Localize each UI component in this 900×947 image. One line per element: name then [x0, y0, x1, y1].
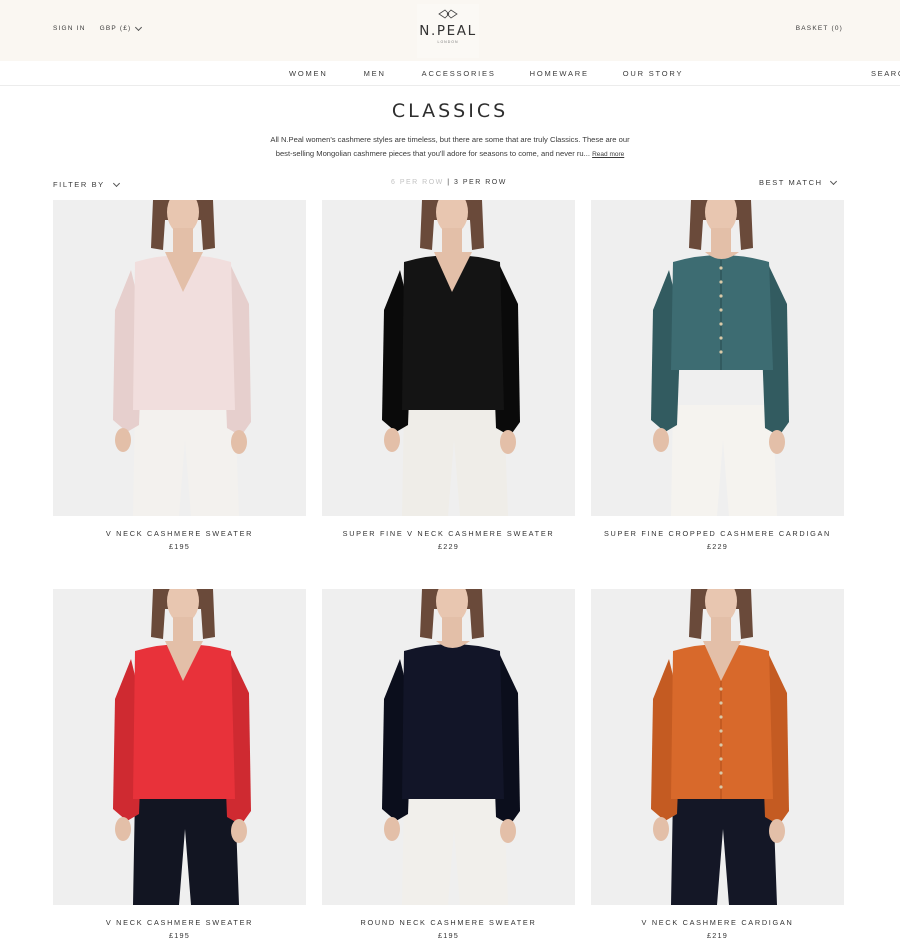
filter-by-dropdown[interactable]: FILTER BY [53, 179, 120, 189]
per-row-3-option[interactable]: 3 PER ROW [454, 179, 507, 186]
model-neck [173, 228, 193, 252]
model-neck [442, 228, 462, 252]
cardigan-button [719, 785, 723, 789]
cardigan-button [719, 701, 723, 705]
product-image[interactable] [53, 200, 306, 516]
main-nav: WOMEN MEN ACCESSORIES HOMEWARE OUR STORY… [0, 61, 900, 86]
cardigan-button [719, 266, 723, 270]
model-left-hand [384, 428, 400, 452]
cardigan-button [719, 757, 723, 761]
sort-label: BEST MATCH [759, 178, 823, 187]
sign-in-link[interactable]: SIGN IN [53, 25, 86, 32]
product-name[interactable]: SUPER FINE CROPPED CASHMERE CARDIGAN [591, 529, 844, 538]
product-card[interactable]: V NECK CASHMERE SWEATER £195 [53, 200, 306, 551]
model-right-hand [769, 430, 785, 454]
model-neck [711, 228, 731, 252]
product-price: £195 [437, 931, 460, 940]
category-intro: All N.Peal women's cashmere styles are t… [245, 133, 655, 162]
model-left-hand [384, 817, 400, 841]
brand-logo[interactable]: N.PEAL LONDON [417, 4, 479, 58]
cardigan-button [719, 294, 723, 298]
product-name[interactable]: V NECK CASHMERE CARDIGAN [591, 918, 844, 927]
cardigan-button [719, 322, 723, 326]
logo-name: N.PEAL [419, 23, 477, 39]
product-card[interactable]: SUPER FINE V NECK CASHMERE SWEATER £229 [322, 200, 575, 551]
sort-dropdown[interactable]: BEST MATCH [759, 177, 837, 187]
cardigan-button [719, 350, 723, 354]
product-image[interactable] [591, 589, 844, 905]
model-left-hand [115, 428, 131, 452]
model-illustration [591, 589, 844, 905]
product-price: £229 [706, 542, 729, 551]
product-card[interactable]: ROUND NECK CASHMERE SWEATER £195 [322, 589, 575, 940]
chevron-down-icon [829, 177, 837, 185]
cardigan-button [719, 715, 723, 719]
filter-by-label: FILTER BY [53, 180, 105, 189]
model-neck [711, 617, 731, 641]
per-row-toggle: 6 PER ROW | 3 PER ROW [391, 179, 507, 186]
product-name[interactable]: ROUND NECK CASHMERE SWEATER [322, 918, 575, 927]
product-card[interactable]: V NECK CASHMERE CARDIGAN £219 [591, 589, 844, 940]
model-left-hand [653, 817, 669, 841]
basket-link[interactable]: BASKET (0) [796, 25, 843, 32]
product-image[interactable] [53, 589, 306, 905]
nav-item-homeware[interactable]: HOMEWARE [530, 69, 589, 78]
model-right-hand [231, 819, 247, 843]
intro-line-2: best-selling Mongolian cashmere pieces t… [275, 149, 590, 158]
product-price: £229 [437, 542, 460, 551]
chevron-down-icon [135, 23, 143, 31]
nav-item-women[interactable]: WOMEN [289, 69, 328, 78]
search-link[interactable]: SEARC [871, 69, 900, 78]
model-illustration [322, 589, 575, 905]
product-name[interactable]: V NECK CASHMERE SWEATER [53, 529, 306, 538]
per-row-separator: | [447, 179, 451, 186]
product-image[interactable] [322, 200, 575, 516]
per-row-6-option[interactable]: 6 PER ROW [391, 179, 444, 186]
model-illustration [591, 200, 844, 516]
product-image[interactable] [322, 589, 575, 905]
model-top [402, 644, 504, 799]
logo-crest-icon [438, 9, 458, 19]
model-right-hand [769, 819, 785, 843]
product-price: £219 [706, 931, 729, 940]
top-bar: SIGN IN GBP (£) N.PEAL LONDON BASKET (0) [0, 0, 900, 61]
model-illustration [322, 200, 575, 516]
cardigan-button [719, 280, 723, 284]
cardigan-button [719, 308, 723, 312]
cardigan-button [719, 729, 723, 733]
nav-item-our-story[interactable]: OUR STORY [623, 69, 684, 78]
page-title: CLASSICS [391, 100, 509, 122]
product-card[interactable]: V NECK CASHMERE SWEATER £195 [53, 589, 306, 940]
cardigan-button [719, 771, 723, 775]
model-neck [442, 617, 462, 641]
cardigan-button [719, 336, 723, 340]
product-name[interactable]: SUPER FINE V NECK CASHMERE SWEATER [322, 529, 575, 538]
chevron-down-icon [112, 179, 120, 187]
account-links: SIGN IN GBP (£) [53, 23, 143, 32]
currency-selector[interactable]: GBP (£) [99, 23, 143, 32]
logo-subtitle: LONDON [437, 40, 459, 44]
read-more-link[interactable]: Read more [592, 151, 624, 158]
model-illustration [53, 589, 306, 905]
currency-label: GBP (£) [99, 25, 132, 32]
product-card[interactable]: SUPER FINE CROPPED CASHMERE CARDIGAN £22… [591, 200, 844, 551]
model-left-hand [115, 817, 131, 841]
cardigan-button [719, 743, 723, 747]
cardigan-button [719, 687, 723, 691]
model-illustration [53, 200, 306, 516]
product-name[interactable]: V NECK CASHMERE SWEATER [53, 918, 306, 927]
model-neck [173, 617, 193, 641]
nav-item-men[interactable]: MEN [364, 69, 386, 78]
nav-item-accessories[interactable]: ACCESSORIES [422, 69, 496, 78]
intro-line-1: All N.Peal women's cashmere styles are t… [270, 135, 630, 144]
product-image[interactable] [591, 200, 844, 516]
model-right-hand [500, 819, 516, 843]
nav-items: WOMEN MEN ACCESSORIES HOMEWARE OUR STORY [289, 69, 683, 78]
model-right-hand [500, 430, 516, 454]
model-left-hand [653, 428, 669, 452]
product-price: £195 [168, 542, 191, 551]
product-price: £195 [168, 931, 191, 940]
model-right-hand [231, 430, 247, 454]
